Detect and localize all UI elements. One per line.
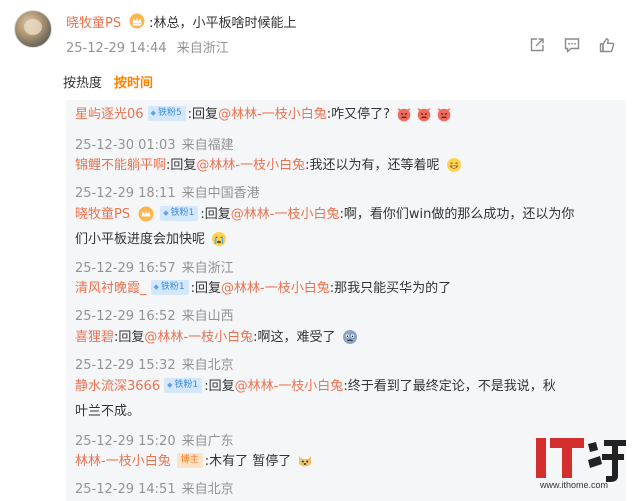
reply-username[interactable]: 晓牧童PS xyxy=(75,207,130,222)
share-icon[interactable] xyxy=(528,36,546,54)
reply-username[interactable]: 林林-一枝小白兔 xyxy=(75,454,171,469)
reply-time: 25-12-29 16:57 xyxy=(75,261,176,276)
reply-line: 星屿逐光06铁粉5:回复@林林-一枝小白兔:咋又停了? xyxy=(75,104,454,126)
reply-line: 清风衬晚霞_铁粉1:回复@林林-一枝小白兔:那我只能买华为的了 xyxy=(75,278,451,300)
reply-text-continued: 们小平板进度会加快呢 xyxy=(75,232,206,247)
top-comment-location: 来自浙江 xyxy=(176,41,229,56)
reply-location: 来自广东 xyxy=(181,434,234,449)
reply-line: 静水流深3666 铁粉1:回复@林林-一枝小白兔:终于看到了最终定论，不是我说，秋 xyxy=(75,376,556,398)
reply-location: 来自北京 xyxy=(181,482,234,497)
top-comment-line: 晓牧童PS :林总，小平板啥时候能上 xyxy=(66,10,296,32)
doge-emoji xyxy=(299,455,312,466)
reply-text-continued: 叶兰不成。 xyxy=(75,404,141,419)
reply-text: :木有了 暂停了 xyxy=(204,454,292,469)
reply-text: :啊这，难受了 xyxy=(253,330,336,345)
mention-link[interactable]: @林林-一枝小白兔 xyxy=(231,207,340,222)
vip-crown-icon xyxy=(129,13,145,29)
reply-line: 晓牧童PS 铁粉1:回复@林林-一枝小白兔:啊，看你们win做的那么成功，还以为… xyxy=(75,204,574,226)
reply-username[interactable]: 静水流深3666 xyxy=(75,379,160,394)
reply-time: 25-12-29 15:32 xyxy=(75,358,176,373)
reply-text: :那我只能买华为的了 xyxy=(329,281,452,296)
sort-tabs: 按热度 按时间 xyxy=(63,72,153,91)
weibo-comment-thread: 晓牧童PS :林总，小平板啥时候能上 25-12-29 14:44 来自浙江 按… xyxy=(0,0,634,501)
top-comment-text: :林总，小平板啥时候能上 xyxy=(149,15,297,31)
reply-meta: 25-12-29 14:51 来自北京 xyxy=(75,478,234,497)
reply-prefix: :回复 xyxy=(200,207,231,222)
comment-actions xyxy=(528,36,616,54)
reply-location: 来自中国香港 xyxy=(181,186,260,201)
reply-meta: 25-12-30 01:03 来自福建 xyxy=(75,134,234,153)
reply-meta: 25-12-29 15:32 来自北京 xyxy=(75,354,234,373)
reply-meta: 25-12-29 18:11 来自中国香港 xyxy=(75,182,260,201)
reply-text: :我还以为有，还等着呢 xyxy=(305,158,440,173)
grin-emoji xyxy=(446,157,461,172)
angry-emoji xyxy=(437,107,451,121)
sad-emoji xyxy=(342,329,357,344)
mention-link[interactable]: @林林-一枝小白兔 xyxy=(221,281,330,296)
reply-line-continued: 叶兰不成。 xyxy=(75,401,140,423)
reply-text: :啊，看你们win做的那么成功，还以为你 xyxy=(339,207,575,222)
reply-time: 25-12-30 01:03 xyxy=(75,138,176,153)
cry-emoji xyxy=(212,231,227,246)
reply-line: 喜狸碧:回复@林林-一枝小白兔:啊这，难受了 xyxy=(75,327,360,349)
reply-prefix: :回复 xyxy=(190,281,222,296)
top-comment-meta: 25-12-29 14:44 来自浙江 xyxy=(66,37,229,56)
reply-username[interactable]: 清风衬晚霞_ xyxy=(75,281,147,296)
reply-prefix: :回复 xyxy=(114,330,145,345)
reply-location: 来自北京 xyxy=(181,358,234,373)
reply-line: 林林-一枝小白兔 博主:木有了 暂停了 xyxy=(75,451,315,473)
top-comment-username[interactable]: 晓牧童PS xyxy=(66,12,121,31)
reply-time: 25-12-29 18:11 xyxy=(75,186,176,201)
reply-meta: 25-12-29 16:52 来自山西 xyxy=(75,305,234,324)
reply-text: :咋又停了? xyxy=(326,107,391,122)
fan-badge: 铁粉5 xyxy=(147,106,186,121)
host-badge: 博主 xyxy=(176,453,203,468)
comment-icon[interactable] xyxy=(563,36,581,54)
fan-badge: 铁粉1 xyxy=(164,378,203,393)
reply-username[interactable]: 星屿逐光06 xyxy=(75,107,144,122)
reply-time: 25-12-29 15:20 xyxy=(75,434,176,449)
reply-meta: 25-12-29 16:57 来自浙江 xyxy=(75,257,234,276)
reply-location: 来自福建 xyxy=(181,138,234,153)
reply-prefix: :回复 xyxy=(187,107,219,122)
reply-line: 锦鲤不能躺平啊:回复@林林-一枝小白兔:我还以为有，还等着呢 xyxy=(75,155,464,177)
avatar[interactable] xyxy=(14,10,52,48)
mention-link[interactable]: @林林-一枝小白兔 xyxy=(144,330,253,345)
mention-link[interactable]: @林林-一枝小白兔 xyxy=(196,158,305,173)
fan-badge: 铁粉1 xyxy=(160,206,199,221)
mention-link[interactable]: @林林-一枝小白兔 xyxy=(218,107,327,122)
reply-username[interactable]: 锦鲤不能躺平啊 xyxy=(75,158,166,173)
reply-prefix: :回复 xyxy=(204,379,235,394)
angry-emoji xyxy=(417,107,431,121)
vip-crown-icon xyxy=(138,206,154,221)
sort-by-hot-tab[interactable]: 按热度 xyxy=(63,72,102,91)
reply-location: 来自浙江 xyxy=(181,261,234,276)
reply-location: 来自山西 xyxy=(181,309,234,324)
reply-meta: 25-12-29 15:20 来自广东 xyxy=(75,430,234,449)
reply-text: :终于看到了最终定论，不是我说，秋 xyxy=(343,379,556,394)
fan-badge: 铁粉1 xyxy=(150,280,189,295)
reply-time: 25-12-29 14:51 xyxy=(75,482,176,497)
sort-by-time-tab[interactable]: 按时间 xyxy=(114,72,153,91)
top-comment-time: 25-12-29 14:44 xyxy=(66,41,167,56)
mention-link[interactable]: @林林-一枝小白兔 xyxy=(235,379,344,394)
reply-prefix: :回复 xyxy=(166,158,197,173)
watermark-url: www.ithome.com xyxy=(540,480,609,490)
angry-emoji xyxy=(397,107,411,121)
reply-line-continued: 们小平板进度会加快呢 xyxy=(75,229,229,251)
reply-username[interactable]: 喜狸碧 xyxy=(75,330,114,345)
reply-time: 25-12-29 16:52 xyxy=(75,309,176,324)
like-icon[interactable] xyxy=(598,36,616,54)
